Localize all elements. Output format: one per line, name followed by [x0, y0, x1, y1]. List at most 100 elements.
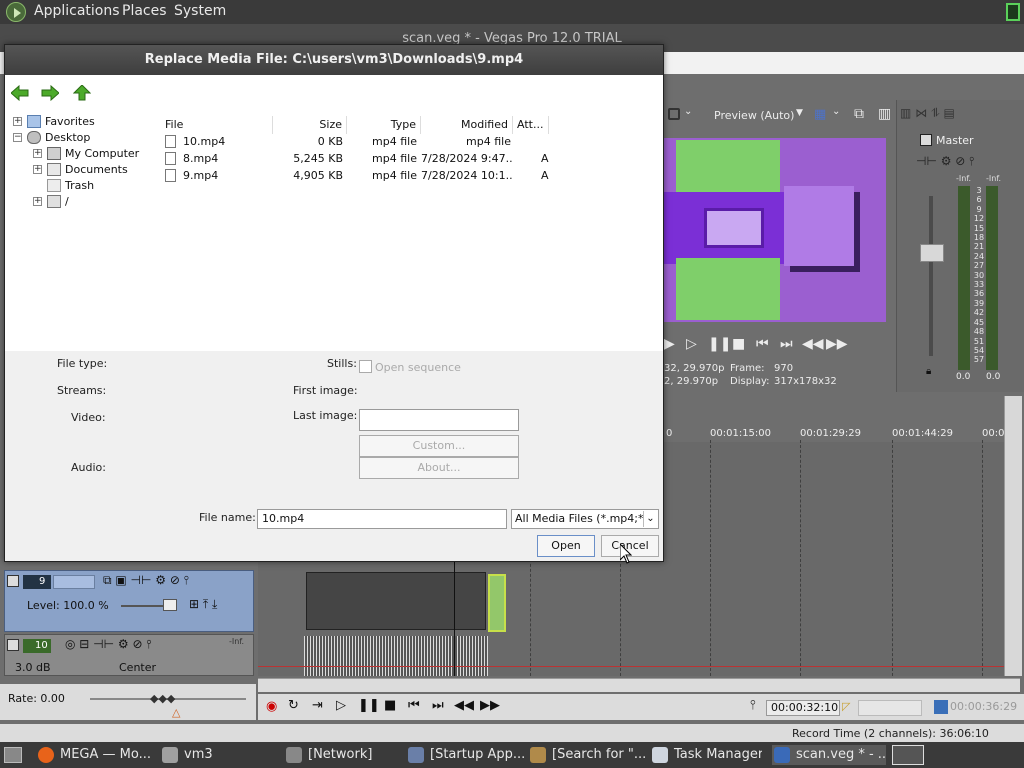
taskbar-item-mega[interactable]: MEGA — Mo... [36, 745, 156, 765]
pause-icon[interactable]: ❚❚ [358, 698, 380, 713]
master-fx-icon[interactable] [920, 134, 932, 146]
next-frame-icon[interactable]: ▶▶ [480, 698, 500, 713]
split-screen-icon[interactable]: ▥ [878, 106, 891, 122]
column-size[interactable]: Size [273, 116, 347, 134]
master-bus-controls[interactable]: ⊣⊢ ⚙ ⊘ ⫯ [916, 154, 974, 169]
video-track-icons[interactable]: ⧉ ▣ ⊣⊢ ⚙ ⊘ ⫯ [103, 573, 189, 588]
preview-settings-icon[interactable] [668, 108, 680, 120]
collapse-icon[interactable]: − [13, 133, 22, 142]
level-slider-thumb[interactable] [163, 599, 177, 611]
go-to-start-icon[interactable]: ⏮ [408, 698, 420, 713]
forward-arrow-icon[interactable] [41, 85, 59, 101]
file-type-filter-select[interactable]: All Media Files (*.mp4;*.m [511, 509, 659, 529]
file-row[interactable]: 10.mp4 0 KB mp4 file mp4 file [159, 133, 663, 150]
taskbar-item-vm3[interactable]: vm3 [160, 745, 270, 765]
record-icon[interactable]: ◉ [266, 699, 277, 714]
play-from-start-icon[interactable]: ▷ [686, 336, 697, 352]
chevron-down-icon[interactable]: ⌄ [832, 106, 840, 117]
custom-button[interactable]: Custom... [359, 435, 519, 457]
play-from-start-icon[interactable]: ⇥ [312, 698, 323, 713]
volume-envelope[interactable] [258, 666, 1004, 667]
meter-scale-tick: 21 [973, 242, 985, 252]
copy-snapshot-icon[interactable]: ⧉ [854, 106, 864, 122]
audio-track-icons[interactable]: ◎ ⊟ ⊣⊢ ⚙ ⊘ ⫯ [65, 637, 152, 652]
track-minimize-icon[interactable] [7, 639, 19, 651]
timeline-ruler[interactable]: 0 00:01:15:00 00:01:29:29 00:01:44:29 00… [664, 424, 1004, 442]
column-type[interactable]: Type [347, 116, 421, 134]
video-event[interactable] [306, 572, 486, 630]
timecode-display[interactable]: 00:00:32:10 [766, 700, 840, 716]
distro-logo-icon[interactable] [6, 2, 26, 22]
mixer-icon[interactable]: ▥ ⋈ ⥮ ▤ [900, 106, 955, 121]
microphone-icon[interactable]: ⫯ [750, 698, 756, 713]
video-event-thumbnail[interactable] [488, 574, 506, 632]
stop-icon[interactable]: ■ [384, 698, 396, 713]
meter-scale: 3 6 9 12 15 18 21 24 27 30 33 36 39 42 45 48 51 54 57 [972, 186, 986, 364]
rate-slider-thumb[interactable]: ◆◆◆ [150, 692, 175, 705]
play-icon[interactable]: ▶ [664, 336, 675, 352]
pause-icon[interactable]: ❚❚ [708, 336, 731, 352]
play-icon[interactable]: ▷ [336, 698, 346, 713]
timeline-hscroll[interactable] [258, 678, 1020, 692]
go-to-start-icon[interactable]: ⏮ [756, 336, 769, 352]
audio-track-header[interactable]: 10 ◎ ⊟ ⊣⊢ ⚙ ⊘ ⫯ 3.0 dB Center -Inf. [4, 634, 254, 676]
column-modified[interactable]: Modified [421, 116, 513, 134]
video-preview-canvas [664, 138, 886, 322]
expand-icon[interactable]: + [33, 165, 42, 174]
dropdown-arrow-icon[interactable]: ▼ [796, 108, 803, 118]
places-menu[interactable]: Places [122, 3, 167, 19]
lock-icon[interactable]: 🔒︎ [926, 366, 931, 377]
taskbar-item-network[interactable]: [Network] [284, 745, 396, 765]
go-to-end-icon[interactable]: ⏭ [780, 336, 793, 352]
meter-peak-right: -Inf. [986, 174, 1002, 183]
file-row[interactable]: 8.mp4 5,245 KB mp4 file 7/28/2024 9:47..… [159, 150, 663, 167]
grid-icon[interactable]: ▦ [814, 107, 826, 122]
expand-icon[interactable]: + [33, 197, 42, 206]
video-track-header[interactable]: 9 ⧉ ▣ ⊣⊢ ⚙ ⊘ ⫯ Level: 100.0 % ⊞ ⤒ ⤓ [4, 570, 254, 632]
stop-icon[interactable]: ■ [732, 336, 745, 352]
chevron-down-icon[interactable]: ⌄ [643, 511, 657, 527]
preview-quality-select[interactable]: Preview (Auto) [714, 109, 794, 122]
about-button[interactable]: About... [359, 457, 519, 479]
taskbar-item-vegas[interactable]: scan.veg * - ... [772, 745, 886, 765]
system-menu[interactable]: System [174, 3, 226, 19]
show-desktop-icon[interactable] [4, 747, 22, 763]
file-name-input[interactable]: 10.mp4 [257, 509, 507, 529]
next-frame-icon[interactable]: ▶▶ [826, 336, 848, 352]
track-minimize-icon[interactable] [7, 575, 19, 587]
track-name-field[interactable] [53, 575, 95, 589]
trash-icon [47, 179, 61, 192]
audio-event[interactable] [304, 636, 488, 676]
taskbar-item-startup[interactable]: [Startup App... [406, 745, 524, 765]
region-marker-icon[interactable]: ◸ [842, 700, 850, 713]
expand-icon[interactable]: + [13, 117, 22, 126]
loop-icon[interactable]: ↻ [288, 698, 299, 713]
prev-frame-icon[interactable]: ◀◀ [454, 698, 474, 713]
dialog-title[interactable]: Replace Media File: C:\users\vm3\Downloa… [5, 45, 663, 75]
open-button[interactable]: Open [537, 535, 595, 557]
taskbar-item-task-manager[interactable]: Task Manager [650, 745, 762, 765]
selection-length-field[interactable] [858, 700, 922, 716]
file-icon [165, 169, 176, 182]
audio-label: Audio: [71, 461, 106, 474]
snapshot-icon[interactable] [934, 700, 948, 714]
master-fader[interactable] [920, 244, 944, 262]
go-to-end-icon[interactable]: ⏭ [432, 698, 444, 713]
up-folder-arrow-icon[interactable] [73, 85, 91, 101]
open-sequence-checkbox[interactable] [359, 360, 372, 373]
expand-icon[interactable]: + [33, 149, 42, 158]
prev-frame-icon[interactable]: ◀◀ [802, 336, 824, 352]
column-file[interactable]: File [161, 116, 273, 134]
timeline-vscroll[interactable] [1004, 396, 1022, 676]
applications-menu[interactable]: Applications [34, 3, 120, 19]
network-indicator-icon[interactable] [1006, 3, 1020, 21]
taskbar-item-search[interactable]: [Search for "... [528, 745, 646, 765]
back-arrow-icon[interactable] [11, 85, 29, 101]
workspace-switcher[interactable] [892, 745, 924, 765]
track-motion-icon[interactable]: ⊞ ⤒ ⤓ [189, 597, 217, 612]
column-attributes[interactable]: Att... [513, 116, 549, 134]
last-image-field[interactable] [359, 409, 519, 431]
chevron-down-icon[interactable]: ⌄ [684, 106, 692, 117]
file-row[interactable]: 9.mp4 4,905 KB mp4 file 7/28/2024 10:1..… [159, 167, 663, 184]
playhead-cursor[interactable] [454, 562, 455, 676]
